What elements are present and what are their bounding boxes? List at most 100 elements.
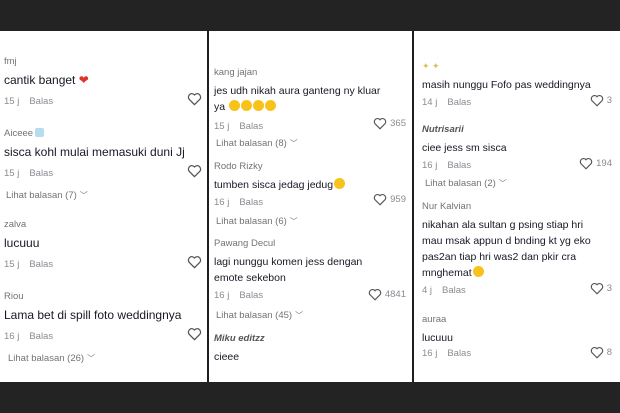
reply-button[interactable]: Balas — [29, 168, 53, 179]
comment-username[interactable]: Miku editzz — [214, 333, 265, 344]
bottom-dark-bar — [0, 382, 620, 413]
like-button[interactable] — [187, 164, 202, 178]
comment-meta: 4 j Balas — [422, 285, 466, 296]
top-dark-bar — [0, 0, 620, 31]
like-button[interactable] — [187, 327, 202, 341]
comment-text: lucuuu — [422, 332, 453, 344]
comment-username[interactable]: Rodo Rizky — [214, 161, 263, 172]
heart-outline-icon — [187, 165, 202, 178]
reply-button[interactable]: Balas — [239, 121, 263, 132]
reply-button[interactable]: Balas — [447, 160, 471, 171]
like-button[interactable]: 3 — [590, 94, 612, 107]
like-button[interactable] — [187, 255, 202, 269]
comment-item: kang jajan jes udh nikah aura ganteng ny… — [214, 67, 406, 157]
comment-text: jes udh nikah aura ganteng ny kluar ya — [214, 85, 381, 113]
comment-item: Nutrisarii ciee jess sm sisca 16 j Balas … — [422, 124, 612, 194]
heart-outline-icon — [373, 117, 387, 130]
reply-button[interactable]: Balas — [29, 331, 53, 342]
comment-panel-3: ✦ ✦ masih nunggu Fofo pas weddingnya 14 … — [414, 31, 620, 382]
view-replies-button[interactable]: Lihat balasan (2) ﹀ — [425, 178, 507, 189]
like-count: 365 — [390, 118, 406, 129]
comment-meta: 15 j Balas — [4, 168, 54, 179]
comment-text: lagi nunggu komen jess dengan emote sekeb… — [214, 256, 363, 284]
comment-username[interactable]: Aiceee — [4, 128, 45, 139]
like-count: 959 — [390, 194, 406, 205]
comment-item: Nur Kalvian nikahan ala sultan g psing s… — [422, 201, 612, 301]
comment-item: auraa lucuuu 16 j Balas 8 — [422, 314, 612, 374]
heart-outline-icon — [187, 256, 202, 269]
like-count: 8 — [606, 347, 612, 358]
comment-username[interactable]: fmj — [4, 56, 17, 67]
comment-username[interactable]: Nur Kalvian — [422, 201, 471, 212]
comment-username[interactable]: Nutrisarii — [422, 124, 464, 135]
comment-text: nikahan ala sultan g psing stiap hri mau … — [422, 219, 591, 279]
comment-text: cantik banget ❤ — [4, 73, 89, 87]
comment-text: sisca kohl mulai memasuki duni Jj — [4, 145, 185, 159]
heart-outline-icon — [187, 93, 202, 106]
comment-username[interactable]: auraa — [422, 314, 446, 325]
like-button[interactable]: 3 — [590, 282, 612, 295]
comment-meta: 15 j Balas — [4, 259, 54, 270]
reply-button[interactable]: Balas — [29, 96, 53, 107]
comment-meta: 16 j Balas — [422, 160, 472, 171]
view-replies-button[interactable]: Lihat balasan (7) ﹀ — [6, 190, 88, 201]
laughing-emoji — [472, 266, 484, 277]
heart-outline-icon — [590, 282, 603, 295]
comment-username[interactable]: kang jajan — [214, 67, 257, 78]
chevron-down-icon: ﹀ — [79, 191, 88, 200]
view-replies-button[interactable]: Lihat balasan (8) ﹀ — [216, 138, 298, 149]
like-button[interactable]: 959 — [373, 193, 406, 206]
comment-meta: 16 j Balas — [4, 331, 54, 342]
laughing-emoji — [241, 100, 253, 111]
like-button[interactable]: 8 — [590, 346, 612, 359]
heart-outline-icon — [590, 94, 603, 107]
reply-button[interactable]: Balas — [442, 285, 466, 296]
like-count: 194 — [596, 158, 612, 169]
like-button[interactable]: 365 — [373, 117, 406, 130]
heart-outline-icon — [187, 328, 202, 341]
heart-outline-icon — [590, 346, 603, 359]
comment-text: ciee jess sm sisca — [422, 142, 507, 154]
reply-button[interactable]: Balas — [29, 259, 53, 270]
comment-panel-1: fmj cantik banget ❤ 15 j Balas Aiceee sis… — [0, 31, 207, 382]
sparkle-emoji-username[interactable]: ✦ ✦ — [422, 61, 440, 72]
comment-item: ✦ ✦ masih nunggu Fofo pas weddingnya 14 … — [422, 61, 612, 116]
comment-item: Pawang Decul lagi nunggu komen jess deng… — [214, 238, 406, 328]
laughing-emoji — [229, 100, 241, 111]
like-button[interactable]: 4841 — [368, 288, 406, 301]
comment-meta: 15 j Balas — [4, 96, 54, 107]
comment-item: Riou Lama bet di spill foto weddingnya 1… — [4, 291, 202, 371]
like-button[interactable] — [187, 92, 202, 106]
heart-outline-icon — [368, 288, 382, 301]
comment-text: lucuuu — [4, 236, 40, 250]
comment-username[interactable]: Riou — [4, 291, 24, 302]
heart-outline-icon — [579, 157, 593, 170]
chevron-down-icon: ﹀ — [289, 139, 298, 148]
heart-emoji: ❤ — [78, 73, 89, 87]
comment-username[interactable]: Pawang Decul — [214, 238, 275, 249]
comment-item: fmj cantik banget ❤ 15 j Balas — [4, 56, 202, 116]
chevron-down-icon: ﹀ — [498, 179, 507, 188]
like-count: 4841 — [384, 289, 406, 300]
comment-item: Miku editzz cieee — [214, 333, 406, 373]
view-replies-button[interactable]: Lihat balasan (45) ﹀ — [216, 310, 303, 321]
comment-username[interactable]: zalva — [4, 219, 26, 230]
reply-button[interactable]: Balas — [447, 97, 471, 108]
comment-meta: 15 j Balas — [214, 121, 264, 132]
like-button[interactable]: 194 — [579, 157, 612, 170]
comment-item: Aiceee sisca kohl mulai memasuki duni Jj… — [4, 128, 202, 208]
like-count: 3 — [606, 283, 612, 294]
chevron-down-icon: ﹀ — [295, 311, 304, 320]
view-replies-button[interactable]: Lihat balasan (6) ﹀ — [216, 216, 298, 227]
comment-text: Lama bet di spill foto weddingnya — [4, 308, 182, 322]
comment-meta: 16 j Balas — [214, 197, 264, 208]
view-replies-button[interactable]: Lihat balasan (26) ﹀ — [8, 353, 95, 364]
comment-panel-2: kang jajan jes udh nikah aura ganteng ny… — [209, 31, 412, 382]
reply-button[interactable]: Balas — [239, 197, 263, 208]
comment-meta: 16 j Balas — [422, 348, 472, 359]
chevron-down-icon: ﹀ — [87, 354, 96, 363]
reply-button[interactable]: Balas — [239, 290, 263, 301]
reply-button[interactable]: Balas — [447, 348, 471, 359]
smiling-emoji — [334, 178, 346, 189]
cake-emoji — [35, 128, 45, 137]
